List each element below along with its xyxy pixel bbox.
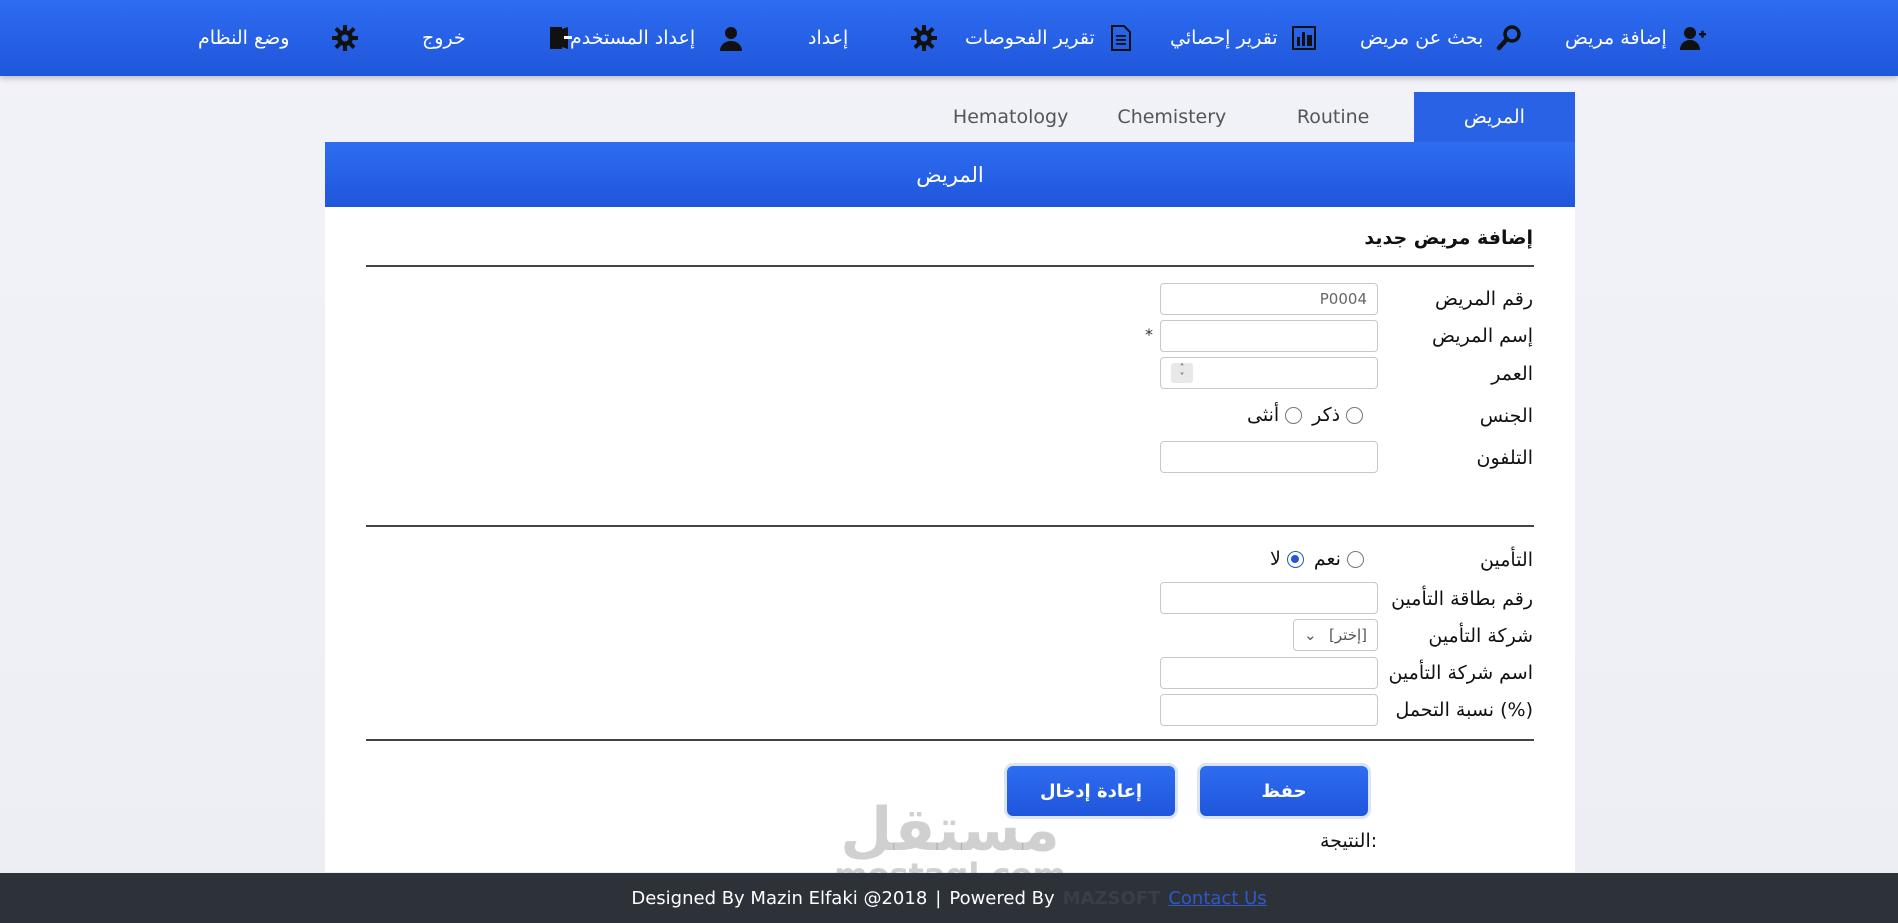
- tab-chemistery[interactable]: Chemistery: [1091, 92, 1252, 142]
- result-label: النتيجة:: [1320, 830, 1378, 852]
- card-header: المريض: [325, 142, 1575, 207]
- nav-user-setup[interactable]: إعداد المستخدم: [570, 18, 745, 58]
- contact-link[interactable]: Contact Us: [1168, 888, 1266, 909]
- watermark-arabic: مستقل: [840, 795, 1060, 865]
- footer-powered-by: Powered By: [949, 887, 1055, 909]
- company-name-label: اسم شركة التأمين: [1388, 662, 1533, 684]
- gender-female-option[interactable]: أنثى: [1247, 404, 1303, 426]
- search-icon: [1497, 25, 1522, 51]
- insurance-yes-label: نعم: [1313, 548, 1341, 570]
- nav-setup[interactable]: إعداد: [808, 18, 938, 58]
- tab-hematology[interactable]: Hematology: [930, 92, 1091, 142]
- chevron-down-icon: ⌄: [1304, 626, 1317, 644]
- gender-female-radio[interactable]: [1285, 406, 1303, 424]
- gender-male-label: ذكر: [1312, 404, 1341, 426]
- phone-field[interactable]: [1160, 441, 1378, 473]
- insurance-label: التأمين: [1480, 549, 1533, 571]
- footer-brand-logo: MAZSOFT: [1062, 887, 1161, 909]
- footer: Designed By Mazin Elfaki @2018 | Powered…: [0, 873, 1898, 923]
- gear-icon: [911, 25, 938, 51]
- nav-tests-report[interactable]: تقرير الفحوصات: [965, 18, 1135, 58]
- nav-user-setup-label: إعداد المستخدم: [570, 27, 696, 49]
- coverage-field[interactable]: [1160, 694, 1378, 726]
- patient-name-label: إسم المريض: [1432, 325, 1533, 347]
- insurance-radio-group: نعم لا: [1270, 548, 1364, 570]
- card-no-field[interactable]: [1160, 582, 1378, 614]
- insurance-no-label: لا: [1270, 548, 1281, 570]
- nav-setup-label: إعداد: [808, 27, 849, 49]
- nav-add-patient[interactable]: إضافة مريض: [1565, 18, 1707, 58]
- insurance-no-option[interactable]: لا: [1270, 548, 1304, 570]
- footer-designed-by: Designed By Mazin Elfaki @2018: [631, 887, 928, 909]
- phone-label: التلفون: [1476, 447, 1533, 469]
- company-select-value: [إختر]: [1329, 626, 1367, 644]
- patient-no-label: رقم المريض: [1434, 288, 1533, 310]
- nav-logout-label: خروج: [422, 27, 466, 49]
- nav-logout[interactable]: خروج: [422, 18, 574, 58]
- nav-stats-report[interactable]: تقرير إحصائي: [1170, 18, 1318, 58]
- nav-system-mode-label: وضع النظام: [198, 27, 290, 49]
- nav-system-mode[interactable]: وضع النظام: [198, 18, 359, 58]
- tab-bar: Hematology Chemistery Routine المريض: [930, 92, 1575, 142]
- age-label: العمر: [1491, 363, 1533, 385]
- top-navbar: إضافة مريض بحث عن مريض تقرير إحصائي تقري…: [0, 0, 1898, 76]
- divider: [366, 265, 1534, 267]
- insurance-yes-radio[interactable]: [1346, 550, 1364, 568]
- insurance-no-radio[interactable]: [1286, 550, 1304, 568]
- footer-separator: |: [935, 887, 942, 909]
- insurance-yes-option[interactable]: نعم: [1314, 548, 1364, 570]
- nav-add-patient-label: إضافة مريض: [1565, 27, 1667, 49]
- nav-stats-report-label: تقرير إحصائي: [1170, 27, 1278, 49]
- patient-card: المريض إضافة مريض جديد رقم المريض P0004 …: [325, 142, 1575, 872]
- gender-label: الجنس: [1479, 405, 1533, 427]
- company-select[interactable]: ⌄ [إختر]: [1293, 619, 1378, 651]
- card-no-label: رقم بطاقة التأمين: [1391, 588, 1533, 610]
- company-name-field[interactable]: [1160, 657, 1378, 689]
- tab-routine[interactable]: Routine: [1253, 92, 1414, 142]
- divider: [366, 739, 1534, 741]
- tab-patient[interactable]: المريض: [1413, 92, 1575, 142]
- gear-icon: [332, 25, 359, 51]
- gender-male-option[interactable]: ذكر: [1312, 404, 1364, 426]
- number-spinner[interactable]: ˄ ˅: [1171, 363, 1193, 383]
- age-field[interactable]: ˄ ˅: [1160, 357, 1378, 389]
- exit-door-icon: [549, 27, 572, 49]
- chart-report-icon: [1291, 26, 1316, 50]
- document-icon: [1110, 25, 1131, 51]
- required-mark: *: [1145, 325, 1153, 344]
- save-button[interactable]: حفظ: [1200, 766, 1368, 816]
- section-title: إضافة مريض جديد: [1364, 227, 1533, 249]
- nav-search-patient-label: بحث عن مريض: [1360, 27, 1484, 49]
- add-user-icon: [1679, 27, 1706, 50]
- coverage-label: نسبة التحمل (%): [1395, 699, 1533, 721]
- gender-male-radio[interactable]: [1346, 406, 1364, 424]
- divider: [366, 525, 1534, 527]
- gender-female-label: أنثى: [1247, 404, 1280, 426]
- gender-radio-group: ذكر أنثى: [1247, 404, 1364, 426]
- user-icon: [720, 27, 743, 51]
- nav-search-patient[interactable]: بحث عن مريض: [1360, 18, 1523, 58]
- nav-tests-report-label: تقرير الفحوصات: [965, 27, 1095, 49]
- company-label: شركة التأمين: [1428, 625, 1533, 647]
- patient-no-field[interactable]: P0004: [1160, 283, 1378, 315]
- patient-name-field[interactable]: [1160, 320, 1378, 352]
